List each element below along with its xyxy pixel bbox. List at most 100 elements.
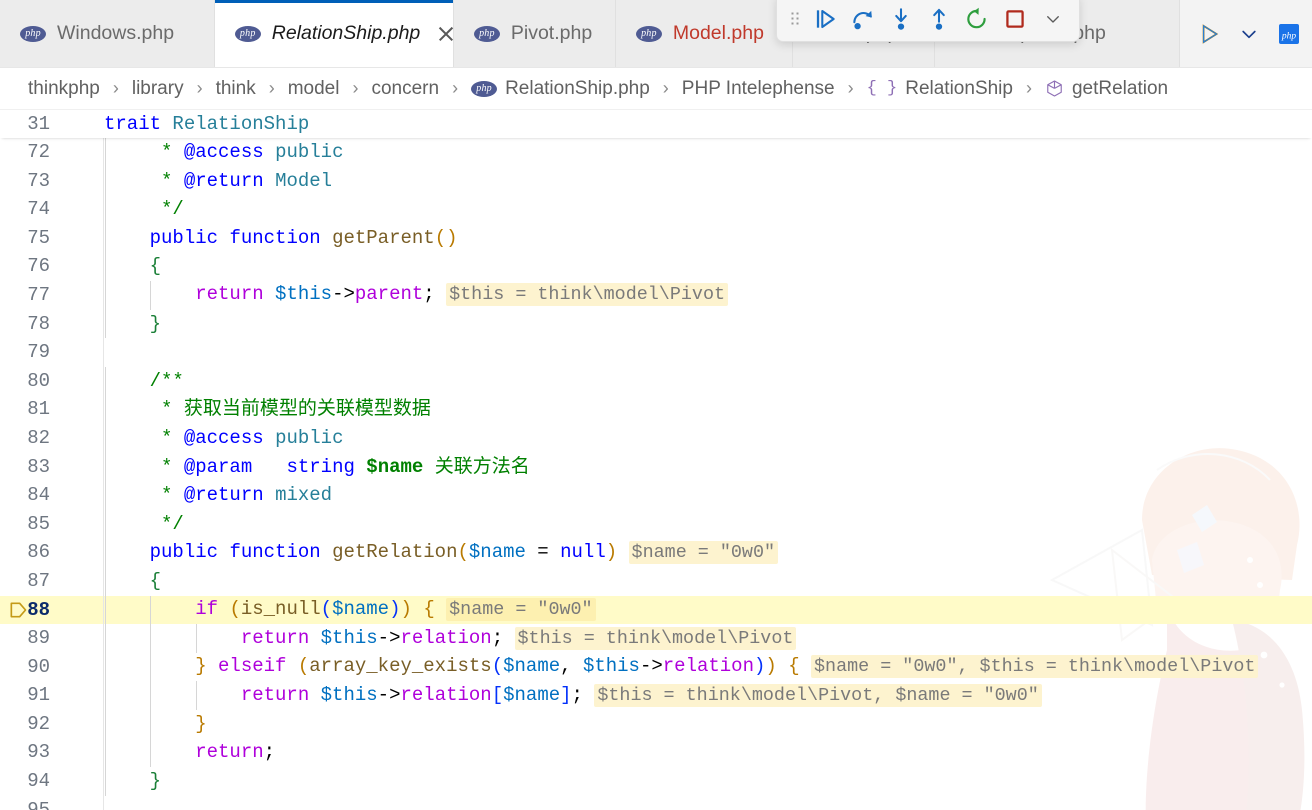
breadcrumb-item-relationship-php[interactable]: php RelationShip.php xyxy=(467,76,654,102)
inline-debug-value[interactable]: $name = "0w0", $this = think\model\Pivot xyxy=(811,655,1259,679)
continue-button[interactable] xyxy=(807,1,843,37)
code-line[interactable]: 82 * @access public xyxy=(0,423,1312,453)
code-editor[interactable]: 72 * @access public 73 * @return Model 74 … xyxy=(0,138,1312,810)
line-number[interactable]: 74 xyxy=(0,195,72,224)
line-number[interactable]: 80 xyxy=(0,367,72,396)
line-number[interactable]: 85 xyxy=(0,510,72,539)
breadcrumb-item-thinkphp[interactable]: thinkphp xyxy=(24,76,104,102)
drag-handle[interactable] xyxy=(783,1,805,37)
tab-label: RelationShip.php xyxy=(271,21,421,44)
code-line[interactable]: 72 * @access public xyxy=(0,138,1312,167)
breadcrumb-item-model[interactable]: model xyxy=(284,76,344,102)
code-token: $name xyxy=(366,455,424,478)
line-number[interactable]: 84 xyxy=(0,481,72,510)
line-number[interactable]: 76 xyxy=(0,252,72,281)
code-line[interactable]: 88 if (is_null($name)) { $name = "0w0" xyxy=(0,595,1312,625)
run-dropdown[interactable] xyxy=(1234,19,1264,49)
code-line[interactable]: 92 } xyxy=(0,709,1312,739)
code-line[interactable]: 91 return $this->relation[$name]; $this … xyxy=(0,681,1312,710)
code-line[interactable]: 76 { xyxy=(0,252,1312,281)
step-into-button[interactable] xyxy=(883,1,919,37)
line-number[interactable]: 78 xyxy=(0,310,72,339)
restart-button[interactable] xyxy=(959,1,995,37)
line-number[interactable]: 89 xyxy=(0,624,72,653)
line-number[interactable]: 79 xyxy=(0,338,72,367)
breadcrumb-item-think[interactable]: think xyxy=(212,76,260,102)
editor-tab-model-php[interactable]: phpModel.php3 xyxy=(615,0,793,67)
code-line[interactable]: 74 */ xyxy=(0,195,1312,224)
code-line[interactable]: 75 public function getParent() xyxy=(0,223,1312,253)
line-number[interactable]: 90 xyxy=(0,653,72,682)
breadcrumb-item-getrelation[interactable]: getRelation xyxy=(1041,76,1172,102)
code-content[interactable]: 72 * @access public 73 * @return Model 74 … xyxy=(0,138,1312,810)
line-number[interactable]: 82 xyxy=(0,424,72,453)
code-line[interactable]: 73 * @return Model xyxy=(0,166,1312,196)
code-line[interactable]: 95 xyxy=(0,796,1312,810)
close-icon[interactable] xyxy=(435,23,436,45)
debug-toolbar xyxy=(776,0,1080,42)
code-line[interactable]: 93 return; xyxy=(0,738,1312,768)
line-number[interactable]: 94 xyxy=(0,767,72,796)
debug-execution-pointer-icon[interactable] xyxy=(8,600,28,620)
code-line[interactable]: 81 * 获取当前模型的关联模型数据 xyxy=(0,395,1312,424)
code-line[interactable]: 89 return $this->relation; $this = think… xyxy=(0,624,1312,653)
code-token: function xyxy=(229,226,321,249)
line-number[interactable]: 83 xyxy=(0,453,72,482)
code-line-content: * @access public xyxy=(72,423,1312,453)
line-number[interactable]: 92 xyxy=(0,710,72,739)
editor-tab-relationship-php[interactable]: php RelationShip.php xyxy=(214,0,454,67)
line-number[interactable]: 91 xyxy=(0,681,72,710)
line-number[interactable]: 73 xyxy=(0,167,72,196)
code-line-content xyxy=(72,338,1312,367)
line-number[interactable]: 93 xyxy=(0,738,72,767)
code-line[interactable]: 80 /** xyxy=(0,366,1312,396)
line-number[interactable]: 75 xyxy=(0,224,72,253)
code-line[interactable]: 86 public function getRelation($name = n… xyxy=(0,538,1312,567)
run-button[interactable] xyxy=(1194,19,1224,49)
editor-tab-pivot-php[interactable]: php Pivot.php xyxy=(453,0,616,67)
line-number[interactable]: 77 xyxy=(0,281,72,310)
code-token: $name xyxy=(332,598,390,620)
debug-more-button[interactable] xyxy=(1035,1,1071,37)
breadcrumb-item-library[interactable]: library xyxy=(128,76,188,102)
inline-debug-value[interactable]: $this = think\model\Pivot, $name = "0w0" xyxy=(594,683,1042,707)
breadcrumb-separator-icon: › xyxy=(452,78,459,98)
code-line-content: return $this->relation[$name]; $this = t… xyxy=(72,681,1312,710)
breadcrumb-separator-icon: › xyxy=(268,78,275,98)
code-line[interactable]: 78 } xyxy=(0,309,1312,339)
line-number[interactable]: 86 xyxy=(0,538,72,567)
stop-button[interactable] xyxy=(997,1,1033,37)
code-line[interactable]: 94 } xyxy=(0,767,1312,796)
code-line[interactable]: 79 xyxy=(0,338,1312,367)
breadcrumb-label: thinkphp xyxy=(28,77,100,99)
step-out-button[interactable] xyxy=(921,1,957,37)
code-line[interactable]: 77 return $this->parent; $this = think\m… xyxy=(0,280,1312,310)
breadcrumb-item-relationship[interactable]: { } RelationShip xyxy=(863,76,1017,102)
code-line[interactable]: 87 { xyxy=(0,566,1312,596)
line-number[interactable]: 72 xyxy=(0,138,72,167)
sticky-scroll-line[interactable]: 31 trait RelationShip xyxy=(0,110,1312,138)
breadcrumb-item-php-intelephense[interactable]: PHP Intelephense xyxy=(678,76,839,102)
step-over-button[interactable] xyxy=(845,1,881,37)
editor-tab-windows-php[interactable]: php Windows.php xyxy=(0,0,215,67)
code-line-content: * @param string $name 关联方法名 xyxy=(72,452,1312,482)
split-editor-button[interactable]: php xyxy=(1274,19,1304,49)
code-line[interactable]: 85 */ xyxy=(0,509,1312,539)
code-token: relation xyxy=(400,683,492,706)
line-number[interactable]: 88 xyxy=(0,596,72,625)
inline-debug-value[interactable]: $this = think\model\Pivot xyxy=(514,626,797,650)
inline-debug-value[interactable]: $name = "0w0" xyxy=(446,598,596,621)
code-token: */ xyxy=(104,198,184,221)
line-number[interactable]: 95 xyxy=(0,796,72,810)
inline-debug-value[interactable]: $this = think\model\Pivot xyxy=(446,283,729,307)
code-line[interactable]: 90 } elseif (array_key_exists($name, $th… xyxy=(0,652,1312,682)
breadcrumb-item-concern[interactable]: concern xyxy=(367,76,443,102)
code-token: ; xyxy=(423,283,435,306)
code-line-content: } elseif (array_key_exists($name, $this-… xyxy=(72,652,1312,682)
line-number[interactable]: 81 xyxy=(0,395,72,424)
code-line[interactable]: 84 * @return mixed xyxy=(0,481,1312,510)
inline-debug-value[interactable]: $name = "0w0" xyxy=(628,540,779,564)
line-number[interactable]: 87 xyxy=(0,567,72,596)
code-line[interactable]: 83 * @param string $name 关联方法名 xyxy=(0,452,1312,482)
